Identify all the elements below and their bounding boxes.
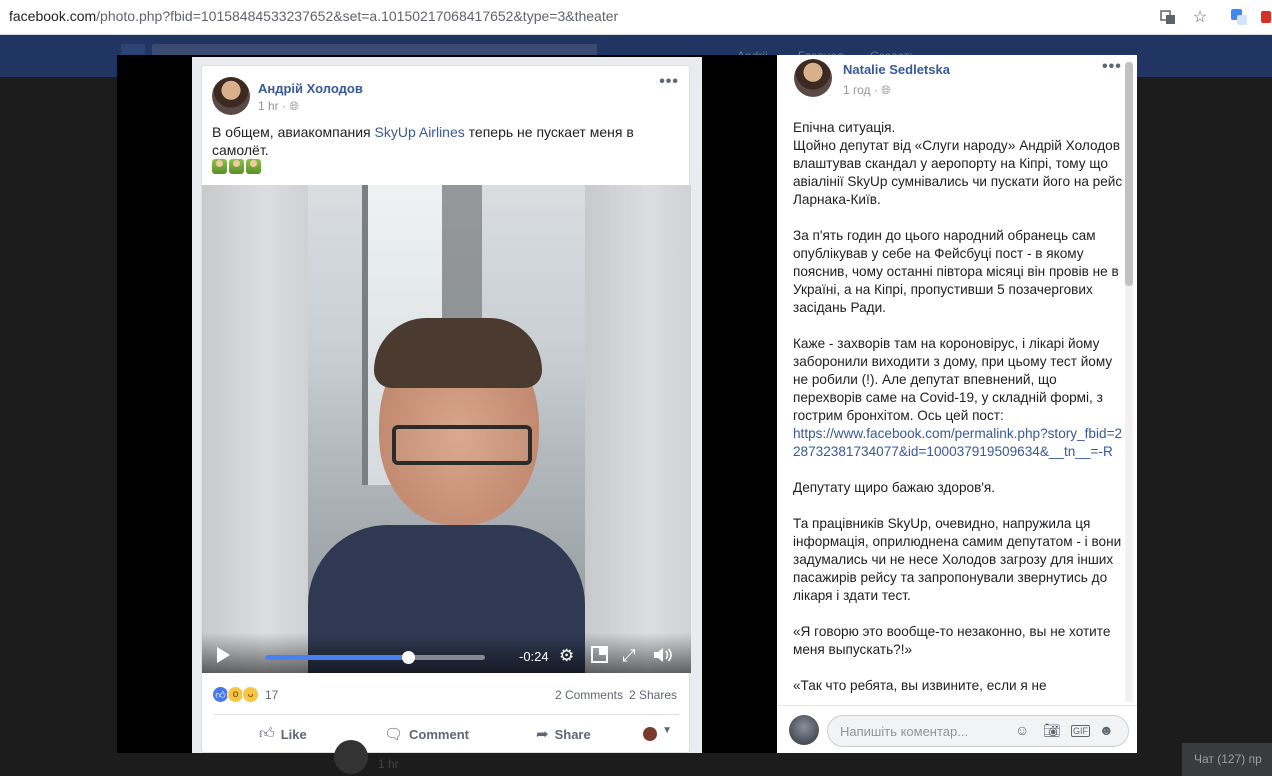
paragraph: Та працівників SkyUp, очевидно, напружил… [793,516,1122,603]
engagement-counts: 2 Comments 2 Shares [549,688,677,702]
post-actions: 👍︎ Like 🗨︎ Comment ➦ Share ▼ [202,716,691,752]
share-arrow-icon: ➦ [536,726,549,743]
globe-icon: 🌐︎ [881,83,891,97]
background-avatar [334,740,368,774]
post-meta: 1 hr · 🌐︎ [258,99,299,113]
extension-icon[interactable] [1257,7,1272,27]
settings-gear-icon[interactable]: ⚙ [559,646,574,666]
emoji-row [212,159,261,174]
right-post-meta: 1 год · 🌐︎ [843,83,891,97]
sticker-icon[interactable]: ☻ [1099,722,1114,738]
video-blur-left [202,185,308,673]
shares-count[interactable]: 2 Shares [629,688,677,702]
shared-post-image: Андрій Холодов 1 hr · 🌐︎ ••• В общем, ав… [192,57,702,753]
video-progress-fill [265,655,408,660]
paragraph: Депутату щиро бажаю здоров'я. [793,480,996,495]
sick-face-emoji-icon [212,159,227,174]
scrollbar[interactable] [1125,62,1133,702]
audience-avatar[interactable] [643,727,657,741]
video-progress-bar[interactable] [265,651,485,664]
globe-icon: 🌐︎ [289,99,299,113]
post-time[interactable]: 1 hr [258,99,279,113]
background-time: 1 hr [378,757,399,771]
bookmark-star-icon[interactable]: ☆ [1190,7,1210,27]
author-avatar[interactable] [212,77,250,115]
post-author[interactable]: Андрій Холодов [258,81,363,96]
paragraph: Каже - захворів там на короновірус, і лі… [793,336,1113,423]
gif-icon[interactable]: GIF [1071,725,1090,737]
haha-reaction-icon: ᴗ [242,686,259,703]
share-button[interactable]: ➦ Share [536,725,591,743]
comment-label: Comment [409,726,469,742]
video-person-glasses [392,425,532,465]
url-path: /photo.php?fbid=10158484533237652&set=a.… [96,8,619,24]
browser-address-bar: facebook.com/photo.php?fbid=101584845332… [0,0,1272,35]
post-detail-panel: Natalie Sedletska 1 год · 🌐︎ ••• Епічна … [777,55,1137,753]
camera-icon[interactable]: 📷︎ [1043,722,1061,739]
chevron-down-icon[interactable]: ▼ [662,725,672,736]
paragraph: «Так что ребята, вы извините, если я не [793,678,1047,693]
volume-icon[interactable] [653,646,672,669]
comments-count[interactable]: 2 Comments [555,688,623,702]
translate-icon[interactable] [1158,7,1178,27]
video-player[interactable]: -0:24 ⚙ ⤢ [202,185,691,673]
video-controls: -0:24 ⚙ ⤢ [202,633,691,673]
right-author-avatar[interactable] [794,59,832,97]
skyup-link[interactable]: SkyUp Airlines [375,124,465,140]
share-label: Share [554,726,591,742]
video-time-remaining: -0:24 [519,649,549,664]
comment-composer: Напишіть коментар... ☺ 📷︎ GIF ☻ [777,705,1137,753]
video-blur-right [585,185,691,673]
paragraph-with-link: Каже - захворів там на короновірус, і лі… [793,335,1123,461]
right-post-body: Епічна ситуація. Щойно депутат від «Слуг… [793,119,1123,713]
fullscreen-icon[interactable]: ⤢ [622,646,636,666]
video-progress-knob[interactable] [402,651,415,664]
sick-face-emoji-icon [229,159,244,174]
comment-button[interactable]: 🗨︎ Comment [384,725,469,743]
post-text-before: В общем, авиакомпания [212,124,375,140]
post-text: В общем, авиакомпания SkyUp Airlines теп… [212,123,672,159]
right-post-author[interactable]: Natalie Sedletska [843,62,950,77]
paragraph: За п'ять годин до цього народний обранец… [793,228,1119,315]
current-user-avatar [789,715,819,745]
reactions-summary[interactable]: 👍︎ o ᴗ 17 [212,686,278,703]
extension-translate-icon[interactable] [1229,7,1249,27]
paragraph: «Я говорю это вообще-то незаконно, вы не… [793,624,1111,657]
like-label: Like [280,726,307,742]
permalink-link[interactable]: https://www.facebook.com/permalink.php?s… [793,426,1122,459]
comment-bubble-icon: 🗨︎ [384,726,404,743]
scrollbar-thumb[interactable] [1125,62,1133,286]
like-button[interactable]: 👍︎ Like [259,725,307,743]
more-options-icon[interactable]: ••• [659,73,679,91]
more-options-icon[interactable]: ••• [1102,58,1122,76]
reaction-count: 17 [265,687,279,702]
paragraph: Епічна ситуація. Щойно депутат від «Слуг… [793,120,1123,207]
divider [214,714,679,715]
url-host: facebook.com [9,8,97,24]
picture-in-picture-icon[interactable] [591,646,608,668]
right-post-time[interactable]: 1 год [843,83,871,97]
play-icon[interactable] [217,647,230,663]
sick-face-emoji-icon [246,159,261,174]
url-field[interactable]: facebook.com/photo.php?fbid=101584845332… [9,8,618,24]
emoji-icon[interactable]: ☺ [1015,722,1029,738]
chat-tab[interactable]: Чат (127) пр [1182,743,1272,776]
video-person-hair [374,318,542,388]
post-card: Андрій Холодов 1 hr · 🌐︎ ••• В общем, ав… [201,65,691,753]
thumbs-up-icon: 👍︎ [259,725,275,742]
